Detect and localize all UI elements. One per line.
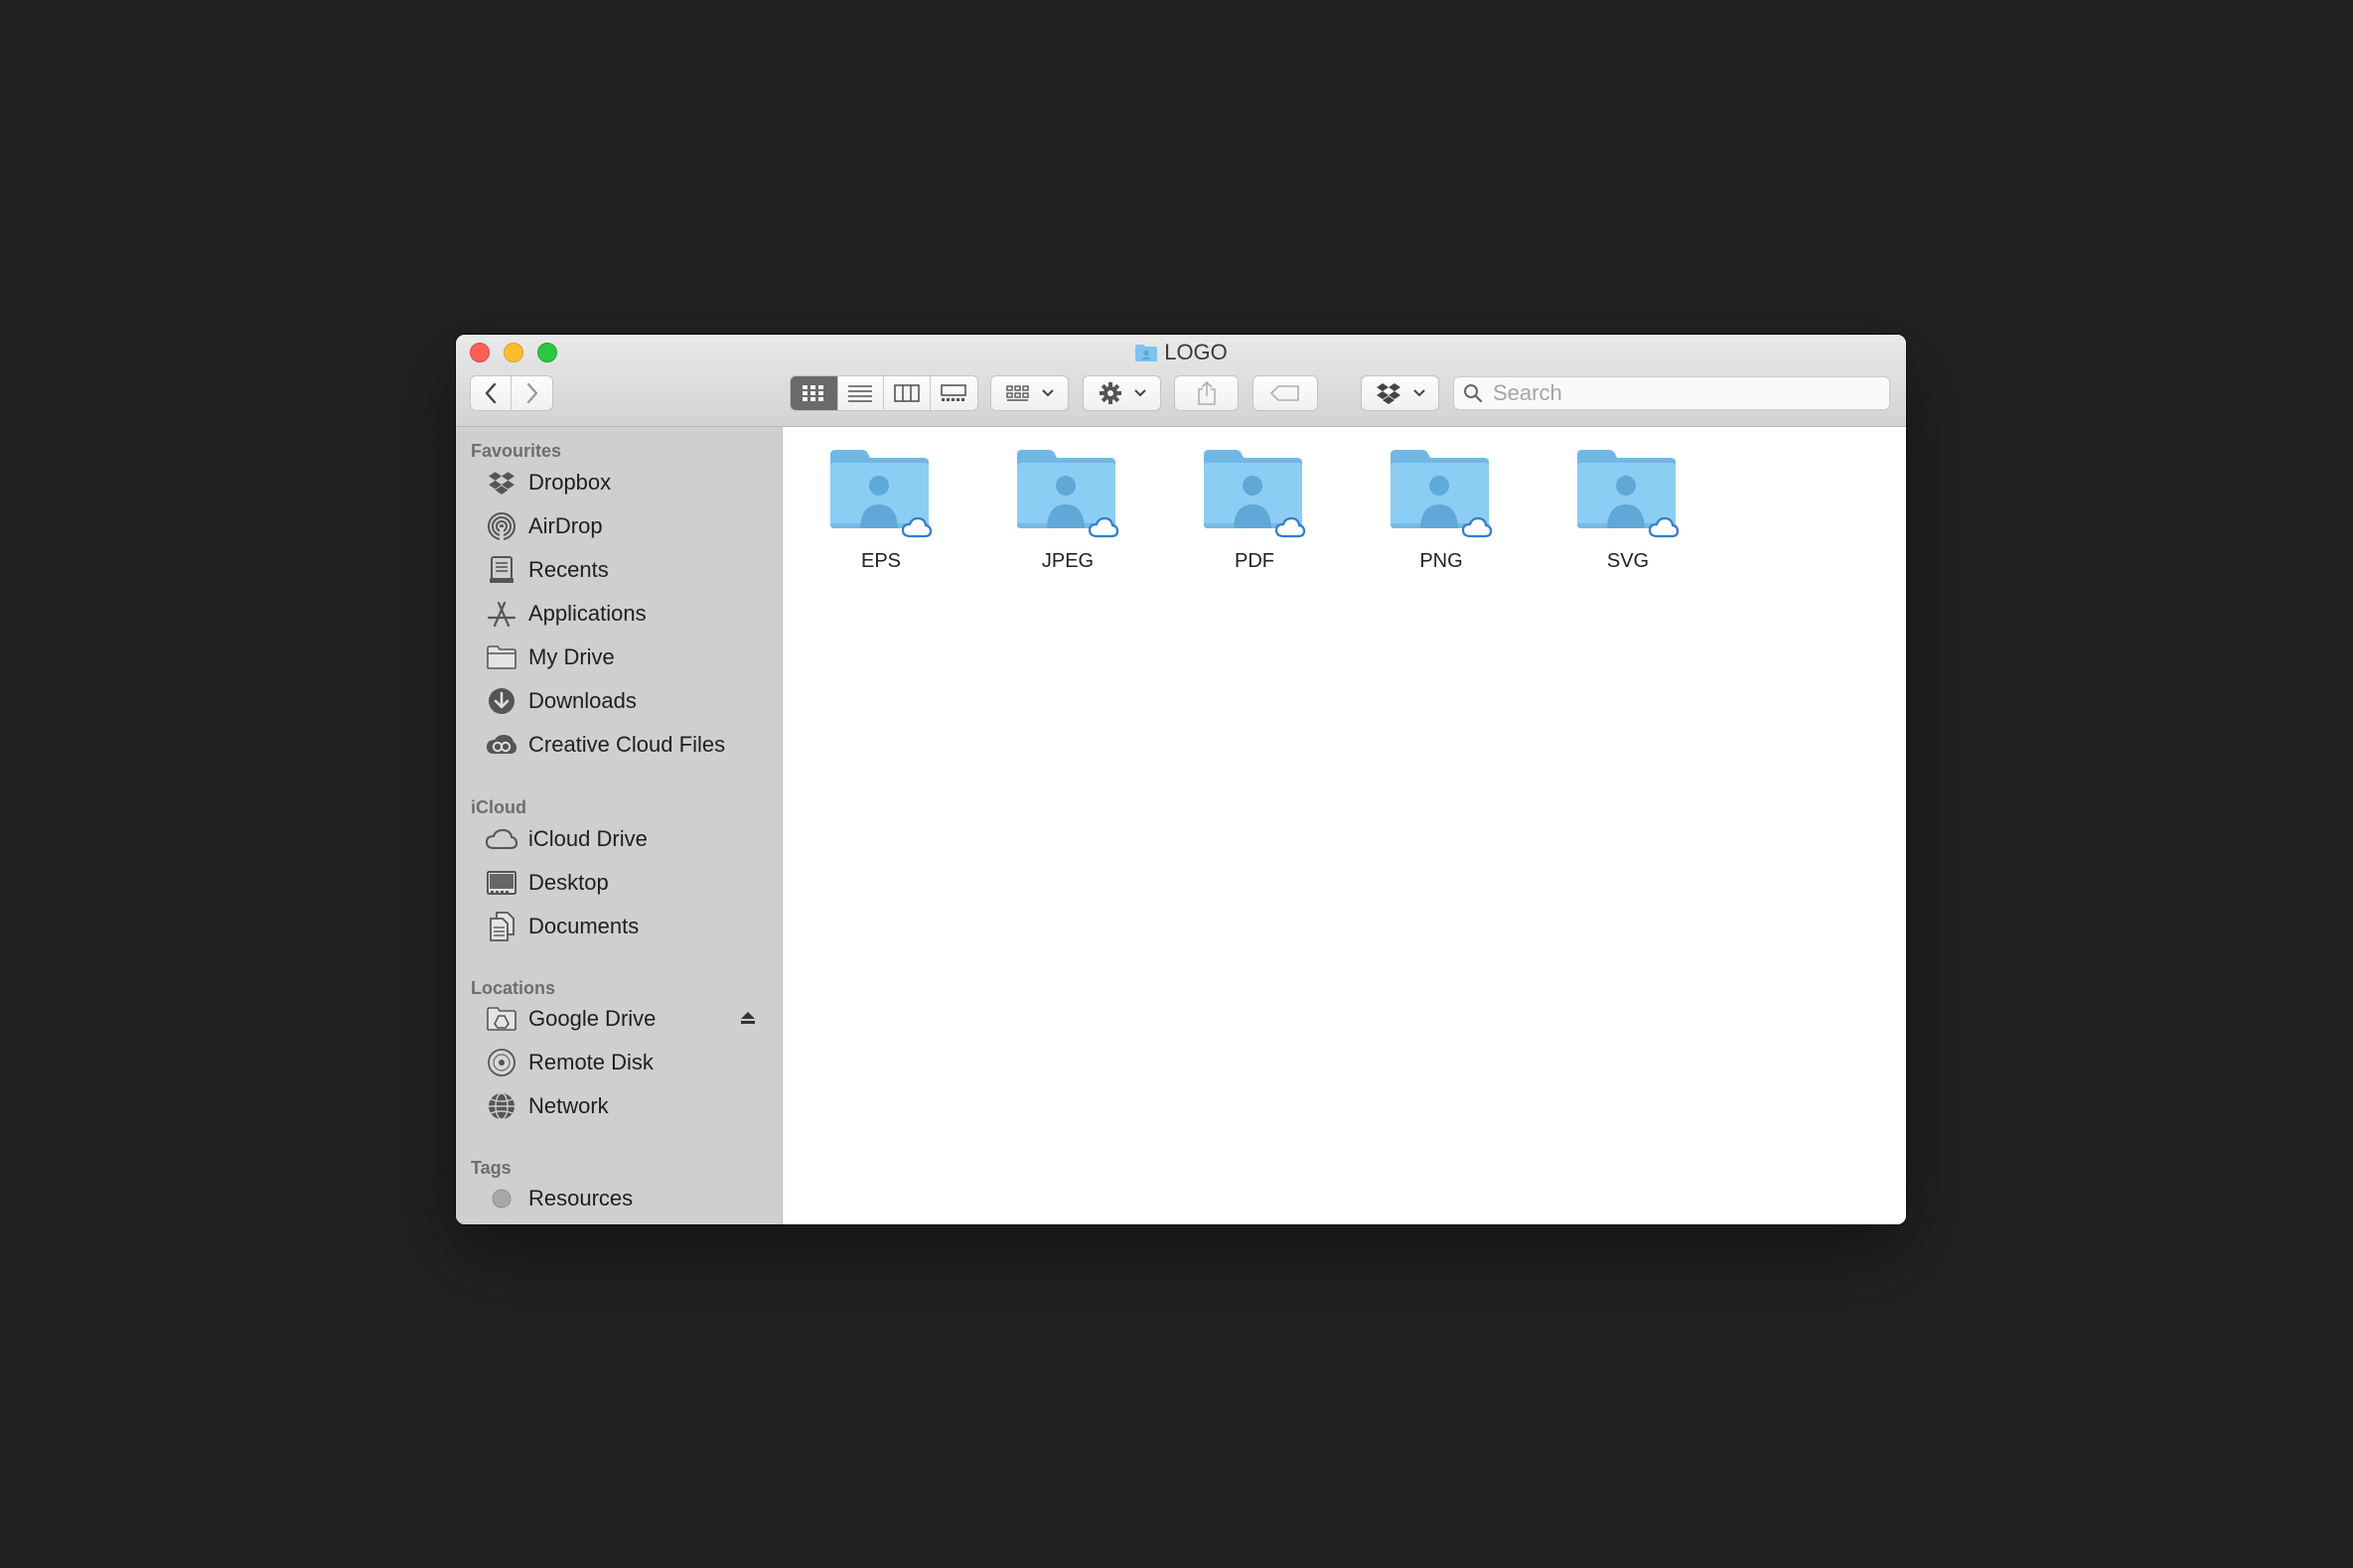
recents-icon xyxy=(485,553,518,587)
tag-icon xyxy=(1270,385,1299,401)
search-icon xyxy=(1464,384,1483,403)
edit-tags-button[interactable] xyxy=(1252,375,1318,411)
eject-icon[interactable] xyxy=(740,1011,756,1030)
sidebar-item-airdrop[interactable]: AirDrop xyxy=(456,504,782,548)
tag-dot-icon xyxy=(485,1182,518,1215)
sidebar-item-label: Remote Disk xyxy=(528,1050,654,1074)
creative-cloud-icon xyxy=(485,728,518,762)
sidebar-item-label: Google Drive xyxy=(528,1006,657,1031)
shared-folder-icon xyxy=(1577,450,1680,538)
sidebar-item-recents[interactable]: Recents xyxy=(456,548,782,592)
sidebar-item-documents[interactable]: Documents xyxy=(456,905,782,948)
columns-icon xyxy=(893,384,920,402)
sidebar-section-tags: Tags xyxy=(471,1158,512,1178)
sidebar-item-label: Recents xyxy=(528,557,609,582)
group-by-button[interactable] xyxy=(990,375,1069,411)
folder-item[interactable]: EPS xyxy=(816,447,946,586)
sidebar-item-label: My Drive xyxy=(528,644,615,669)
grid-icon xyxy=(1005,385,1029,401)
titlebar: LOGO xyxy=(456,335,1906,427)
file-browser: EPS JPEG PDF PNG SVG xyxy=(783,427,1906,1224)
icloud-icon xyxy=(485,822,518,856)
sidebar-item-my-drive[interactable]: My Drive xyxy=(456,636,782,679)
folder-item[interactable]: JPEG xyxy=(1003,447,1132,586)
gallery-view-button[interactable] xyxy=(931,376,977,410)
dropbox-icon xyxy=(1376,383,1400,404)
gear-icon xyxy=(1099,382,1121,404)
documents-icon xyxy=(485,910,518,943)
forward-button[interactable] xyxy=(512,376,552,410)
sidebar-item-downloads[interactable]: Downloads xyxy=(456,679,782,723)
chevron-down-icon xyxy=(1412,389,1425,397)
dropbox-icon xyxy=(485,466,518,499)
sidebar-item-label: Resources xyxy=(528,1186,634,1211)
search-input[interactable] xyxy=(1491,379,1872,407)
sidebar-item-network[interactable]: Network xyxy=(456,1084,782,1128)
sidebar-item-label: Documents xyxy=(528,914,640,938)
grid-icon xyxy=(803,385,824,401)
sidebar-item-label: Desktop xyxy=(528,870,609,895)
sidebar-item-desktop[interactable]: Desktop xyxy=(456,861,782,905)
shared-folder-icon xyxy=(1017,450,1119,538)
action-menu-button[interactable] xyxy=(1083,375,1161,411)
airdrop-icon xyxy=(485,509,518,543)
sidebar-item-google-drive[interactable]: Google Drive xyxy=(456,997,782,1041)
folder-icon xyxy=(1134,341,1158,370)
folder-name: SVG xyxy=(1606,550,1650,572)
sidebar-item-icloud-drive[interactable]: iCloud Drive xyxy=(456,817,782,861)
column-view-button[interactable] xyxy=(884,376,931,410)
sidebar-item-applications[interactable]: Applications xyxy=(456,592,782,636)
chevron-down-icon xyxy=(1133,389,1146,397)
remote-disk-icon xyxy=(485,1046,518,1079)
sidebar-item-dropbox[interactable]: Dropbox xyxy=(456,461,782,504)
shared-folder-icon xyxy=(830,450,933,538)
finder-window: LOGO Search Favourites Dropbox AirDrop R… xyxy=(456,335,1906,1224)
window-title-text: LOGO xyxy=(1164,340,1228,364)
sidebar-section-icloud: iCloud xyxy=(471,797,526,817)
back-button[interactable] xyxy=(471,376,513,410)
gallery-icon xyxy=(941,384,967,401)
navigation-buttons xyxy=(470,375,553,411)
sidebar-item-resources[interactable]: Resources xyxy=(456,1177,782,1220)
folder-icon xyxy=(485,641,518,674)
sidebar-section-favourites: Favourites xyxy=(471,441,562,461)
list-view-button[interactable] xyxy=(838,376,885,410)
sidebar-item-creative-cloud-files[interactable]: Creative Cloud Files xyxy=(456,723,782,767)
sidebar: Favourites Dropbox AirDrop Recents Appli… xyxy=(456,427,783,1224)
sidebar-item-label: Creative Cloud Files xyxy=(528,732,726,757)
sidebar-item-label: Downloads xyxy=(528,688,637,713)
share-icon xyxy=(1197,380,1216,405)
chevron-right-icon xyxy=(526,382,537,404)
shared-folder-icon xyxy=(1391,450,1493,538)
window-title: LOGO xyxy=(456,338,1906,370)
sidebar-item-label: Network xyxy=(528,1093,609,1118)
share-button[interactable] xyxy=(1174,375,1239,411)
chevron-down-icon xyxy=(1041,389,1054,397)
network-icon xyxy=(485,1089,518,1123)
sidebar-section-locations: Locations xyxy=(471,978,556,998)
search-field[interactable] xyxy=(1453,376,1890,410)
google-drive-icon xyxy=(485,1002,518,1036)
chevron-left-icon xyxy=(485,382,497,404)
folder-name: JPEG xyxy=(1041,550,1095,572)
sidebar-item-label: iCloud Drive xyxy=(528,826,648,851)
desktop-icon xyxy=(485,866,518,900)
list-icon xyxy=(848,385,873,402)
folder-name: PDF xyxy=(1235,550,1274,572)
view-mode-control xyxy=(790,375,978,411)
dropbox-menu-button[interactable] xyxy=(1361,375,1439,411)
folder-item[interactable]: SVG xyxy=(1563,447,1692,586)
icon-view-button[interactable] xyxy=(791,376,838,410)
sidebar-item-label: AirDrop xyxy=(528,513,603,538)
applications-icon xyxy=(485,597,518,631)
folder-item[interactable]: PNG xyxy=(1377,447,1506,586)
folder-name: EPS xyxy=(860,550,902,572)
sidebar-item-label: Applications xyxy=(528,601,647,626)
sidebar-item-remote-disk[interactable]: Remote Disk xyxy=(456,1041,782,1084)
shared-folder-icon xyxy=(1204,450,1306,538)
sidebar-item-label: Dropbox xyxy=(528,470,612,495)
folder-item[interactable]: PDF xyxy=(1190,447,1319,586)
downloads-icon xyxy=(485,684,518,718)
folder-name: PNG xyxy=(1419,550,1463,572)
